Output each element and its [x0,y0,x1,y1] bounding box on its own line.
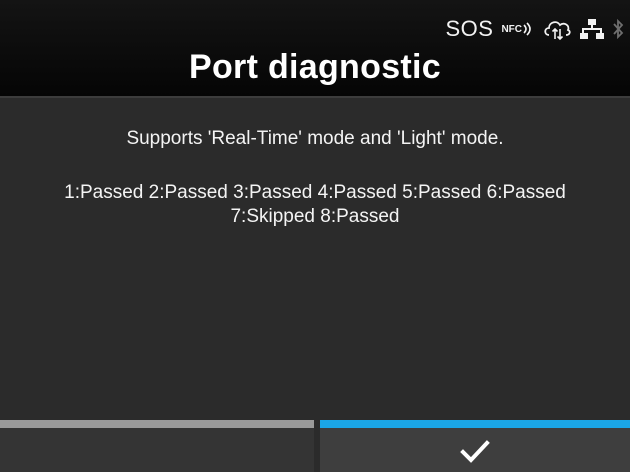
nfc-icon: NFC [501,21,534,37]
cloud-sync-icon [542,17,572,41]
network-icon [580,18,604,40]
content-area: Supports 'Real-Time' mode and 'Light' mo… [0,98,630,420]
port-results-line-1: 1:Passed 2:Passed 3:Passed 4:Passed 5:Pa… [64,182,566,203]
confirm-button[interactable] [320,420,630,472]
bluetooth-icon [612,17,624,41]
nfc-label: NFC [501,23,522,35]
page-title: Port diagnostic [189,48,441,86]
left-softkey-button[interactable] [0,420,314,472]
header: SOS NFC Port diagnostic [0,0,630,96]
status-bar: SOS NFC [445,14,624,44]
screen: SOS NFC Port diagnostic Supports 'Real-T… [0,0,630,472]
sos-indicator: SOS [445,16,494,41]
left-softkey-indicator [0,420,314,428]
mode-info-text: Supports 'Real-Time' mode and 'Light' mo… [126,128,504,149]
checkmark-icon [320,434,630,470]
softkey-separator [314,420,320,472]
port-results-line-2: 7:Skipped 8:Passed [230,206,400,227]
confirm-softkey-indicator [320,420,630,428]
